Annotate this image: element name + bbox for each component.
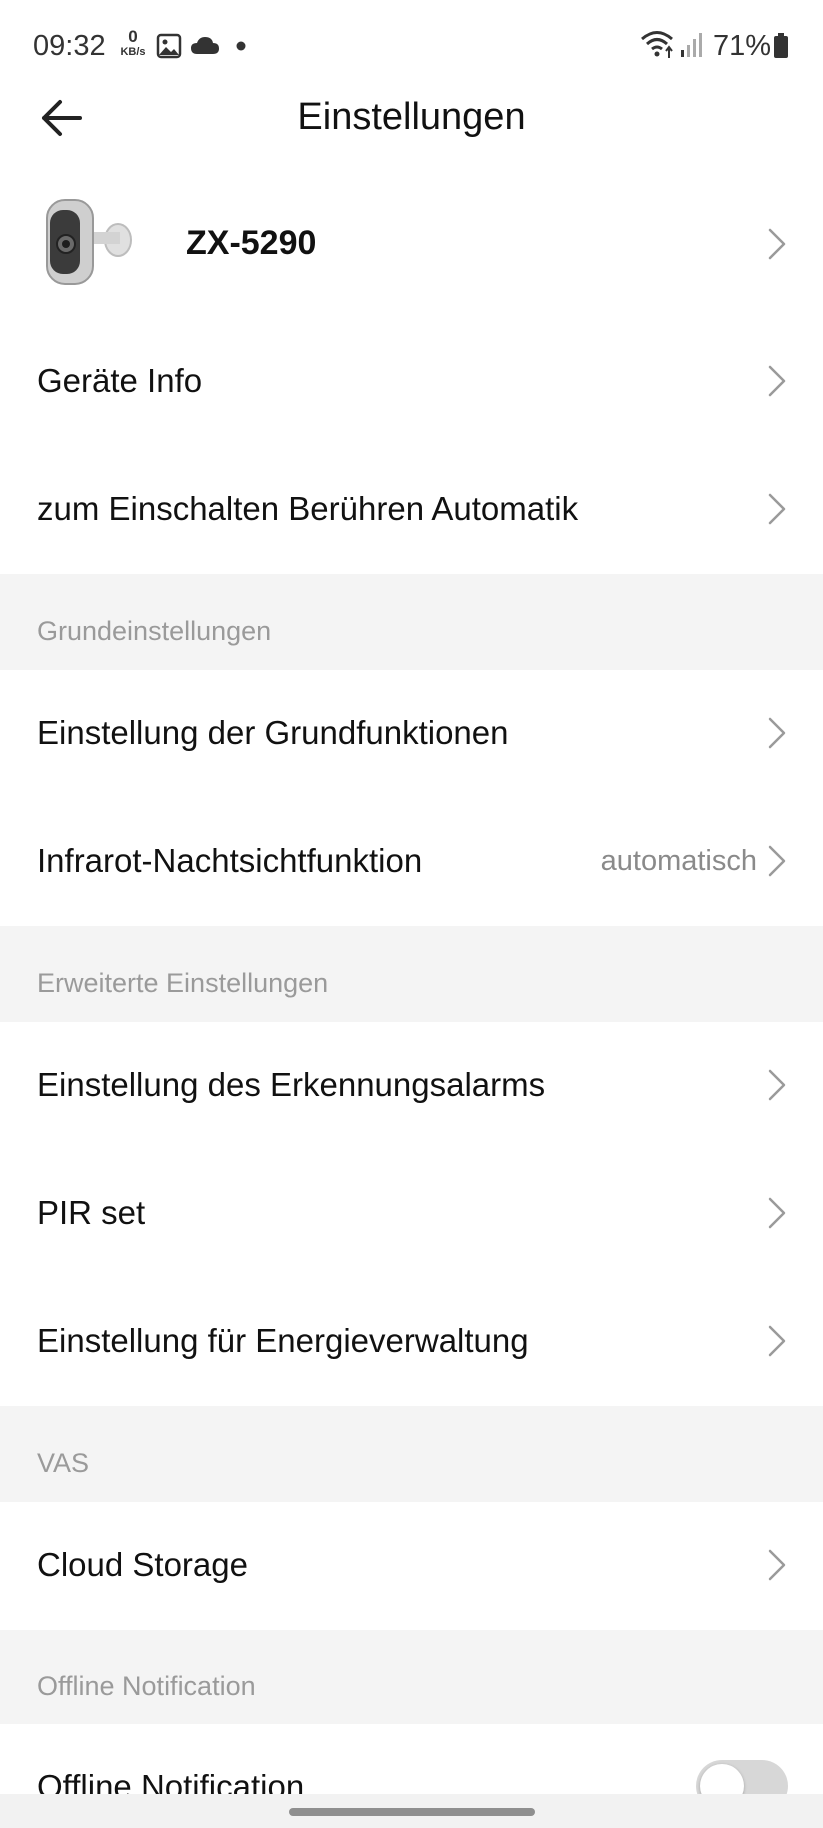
camera-image (46, 199, 132, 285)
section-label: VAS (37, 1448, 90, 1478)
net-speed-unit: KB/s (120, 46, 146, 58)
section-label: Grundeinstellungen (37, 616, 272, 646)
settings-item-label: PIR set (37, 1194, 146, 1231)
settings-item-pir[interactable]: PIR set (0, 1150, 823, 1278)
image-icon (156, 33, 182, 59)
settings-item-label: Geräte Info (37, 362, 203, 399)
settings-item-label: Einstellung für Energieverwaltung (37, 1322, 529, 1359)
section-header-offline: Offline Notification (0, 1630, 823, 1724)
chevron-right-icon (768, 1069, 786, 1101)
chevron-right-icon (768, 1549, 786, 1581)
section-label: Offline Notification (37, 1671, 256, 1701)
battery-percent: 71% (713, 30, 772, 62)
net-speed-value: 0 (128, 27, 138, 46)
settings-item-grundfunktionen[interactable]: Einstellung der Grundfunktionen (0, 670, 823, 798)
settings-item-cloud-storage[interactable]: Cloud Storage (0, 1502, 823, 1630)
section-header-erweitert: Erweiterte Einstellungen (0, 926, 823, 1022)
cloud-icon (191, 37, 219, 54)
device-row[interactable]: ZX-5290 (0, 180, 823, 310)
status-time: 09:32 (33, 30, 106, 62)
status-bar: 09:32 0 KB/s 71% (0, 0, 823, 92)
chevron-right-icon (768, 1197, 786, 1229)
battery-icon (774, 33, 788, 58)
section-header-vas: VAS (0, 1406, 823, 1502)
settings-item-label: Cloud Storage (37, 1546, 248, 1583)
dot-icon (236, 41, 246, 51)
chevron-right-icon (768, 228, 786, 260)
settings-item-infrarot[interactable]: Infrarot-Nachtsichtfunktion automatisch (0, 798, 823, 926)
chevron-right-icon (768, 717, 786, 749)
settings-item-energieverwaltung[interactable]: Einstellung für Energieverwaltung (0, 1278, 823, 1406)
section-header-grundeinstellungen: Grundeinstellungen (0, 574, 823, 670)
settings-item-erkennungsalarm[interactable]: Einstellung des Erkennungsalarms (0, 1022, 823, 1150)
settings-item-label: Infrarot-Nachtsichtfunktion (37, 842, 423, 879)
infrarot-value: automatisch (600, 845, 757, 877)
page-title: Einstellungen (297, 96, 526, 138)
net-speed: 0 KB/s (118, 28, 148, 58)
section-label: Erweiterte Einstellungen (37, 968, 329, 998)
device-name: ZX-5290 (186, 224, 317, 262)
chevron-right-icon (768, 845, 786, 877)
settings-item-geraete-info[interactable]: Geräte Info (0, 318, 823, 446)
chevron-right-icon (768, 493, 786, 525)
chevron-right-icon (768, 1325, 786, 1357)
settings-item-label: Einstellung der Grundfunktionen (37, 714, 509, 751)
settings-item-automatik[interactable]: zum Einschalten Berühren Automatik (0, 446, 823, 574)
settings-item-label: zum Einschalten Berühren Automatik (37, 490, 579, 527)
chevron-right-icon (768, 365, 786, 397)
signal-icon (681, 33, 702, 57)
wifi-icon (641, 31, 673, 58)
home-indicator[interactable] (289, 1808, 535, 1816)
system-navigation-bar (0, 1794, 823, 1828)
settings-item-label: Einstellung des Erkennungsalarms (37, 1066, 546, 1103)
